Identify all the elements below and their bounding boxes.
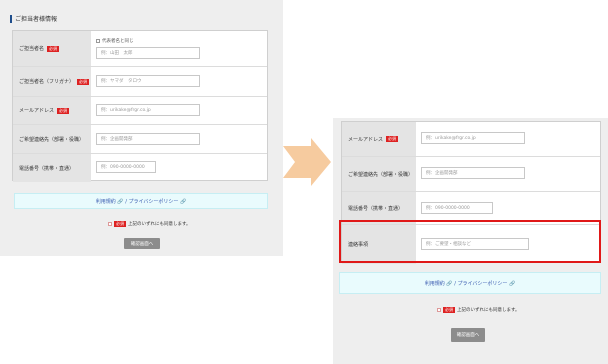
terms-privacy-links[interactable]: 利用規約 🔗 / プライバシーポリシー 🔗 (339, 272, 601, 294)
confirm-button[interactable]: 確認画面へ (124, 238, 160, 249)
section-title-text: ご担当者様情報 (15, 16, 58, 23)
agree-checkbox[interactable]: 必須 上記のいずれにも同意します。 (437, 307, 520, 313)
terms-privacy-links[interactable]: 利用規約 🔗 / プライバシーポリシー 🔗 (14, 193, 268, 209)
form-before-panel: ご担当者様情報 ご担当者名 必須 代表者名と同じ 例：山田 太郎 ご担当者名（フ… (0, 0, 283, 256)
field-label-text: ご担当者名（フリガナ） (19, 79, 75, 85)
required-badge: 必須 (443, 307, 455, 313)
phone-input[interactable]: 例：090-0000-0000 (421, 202, 493, 214)
contact-name-input[interactable]: 例：山田 太郎 (96, 47, 200, 59)
phone-input[interactable]: 例：090-0000-0000 (96, 161, 156, 173)
transition-arrow-icon (283, 138, 331, 186)
required-badge: 必須 (386, 136, 399, 142)
form-row-department: ご希望連絡先（部署・役職） 例：企画開発部 (13, 125, 267, 154)
required-badge: 必須 (57, 107, 70, 114)
checkbox-label: 代表者名と同じ (102, 39, 134, 44)
field-label: ご希望連絡先（部署・役職） (342, 157, 416, 191)
required-badge: 必須 (47, 45, 60, 52)
same-as-representative-checkbox[interactable]: 代表者名と同じ (96, 38, 134, 44)
required-badge: 必須 (77, 78, 90, 85)
form-row-email: メールアドレス 必須 例：urikake@frgr.co.jp (13, 97, 267, 125)
field-label-text: ご希望連絡先（部署・役職） (348, 171, 414, 178)
email-input[interactable]: 例：urikake@frgr.co.jp (96, 104, 200, 116)
contact-kana-input[interactable]: 例：ヤマダ タロウ (96, 75, 200, 87)
form-row-department: ご希望連絡先（部署・役職） 例：企画開発部 (342, 157, 600, 192)
field-label: ご担当者名（フリガナ） 必須 (13, 67, 91, 96)
required-badge: 必須 (114, 221, 126, 227)
section-title: ご担当者様情報 (10, 14, 57, 23)
field-label-text: メールアドレス (19, 108, 55, 114)
checkbox-icon[interactable] (108, 222, 112, 226)
contact-form-table: ご担当者名 必須 代表者名と同じ 例：山田 太郎 ご担当者名（フリガナ） 必須 … (12, 30, 268, 182)
confirm-button[interactable]: 確認画面へ (451, 328, 485, 342)
field-label: メールアドレス 必須 (342, 122, 416, 156)
field-label: ご担当者名 必須 (13, 31, 91, 66)
form-row-phone: 電話番号（携帯・直通） 例：090-0000-0000 (13, 154, 267, 182)
title-accent-bar (10, 14, 12, 23)
agree-checkbox[interactable]: 必須 上記のいずれにも同意します。 (108, 221, 191, 227)
field-label: 電話番号（携帯・直通） (13, 154, 91, 182)
new-field-highlight (339, 220, 601, 263)
field-label-text: ご担当者名 (19, 46, 45, 52)
checkbox-icon[interactable] (96, 38, 100, 43)
agree-label: 上記のいずれにも同意します。 (128, 222, 191, 227)
form-row-email: メールアドレス 必須 例：urikake@frgr.co.jp (342, 122, 600, 157)
field-label-text: 電話番号（携帯・直通） (348, 205, 404, 212)
department-input[interactable]: 例：企画開発部 (96, 133, 200, 145)
field-label-text: 電話番号（携帯・直通） (19, 165, 75, 172)
field-label-text: メールアドレス (348, 136, 384, 143)
form-row-contact-kana: ご担当者名（フリガナ） 必須 例：ヤマダ タロウ (13, 67, 267, 97)
agree-label: 上記のいずれにも同意します。 (457, 308, 520, 313)
checkbox-icon[interactable] (437, 308, 441, 312)
field-label: ご希望連絡先（部署・役職） (13, 125, 91, 153)
form-row-contact-name: ご担当者名 必須 代表者名と同じ 例：山田 太郎 (13, 31, 267, 67)
field-label-text: ご希望連絡先（部署・役職） (19, 136, 85, 143)
field-label: メールアドレス 必須 (13, 97, 91, 124)
department-input[interactable]: 例：企画開発部 (421, 167, 525, 179)
email-input[interactable]: 例：urikake@frgr.co.jp (421, 132, 525, 144)
